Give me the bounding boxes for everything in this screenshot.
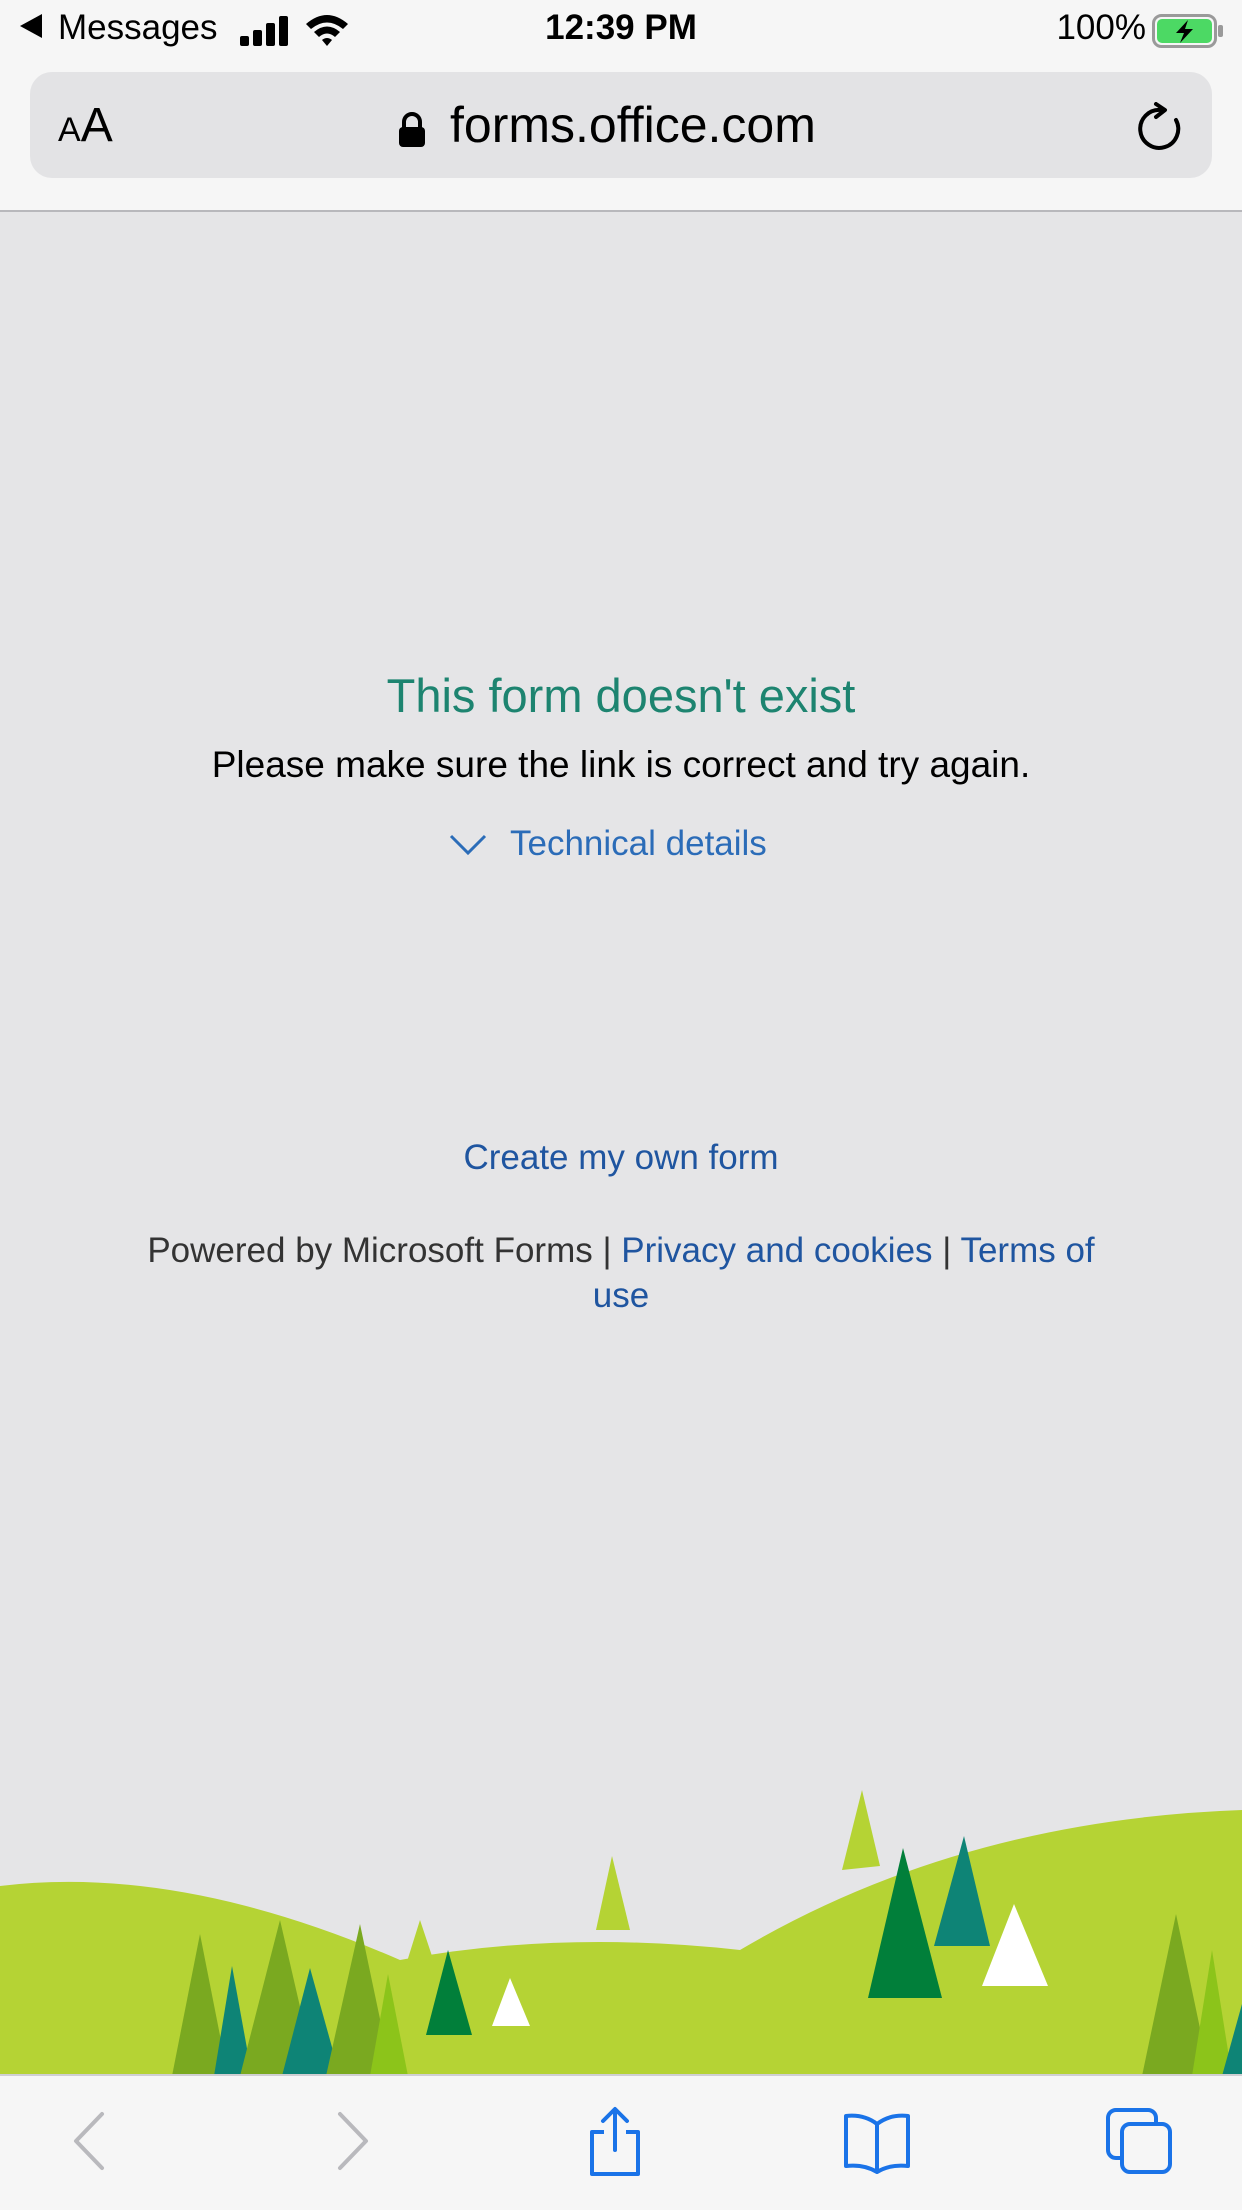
status-bar: Messages 12:39 PM 100% [0, 0, 1242, 64]
battery-charging-icon [1152, 14, 1223, 48]
lock-icon [399, 112, 425, 147]
error-title: This form doesn't exist [386, 669, 856, 722]
browser-address-area: AA forms.office.com [0, 64, 1242, 212]
battery-percent: 100% [1056, 8, 1146, 47]
forward-chevron-icon[interactable] [316, 2106, 386, 2176]
bookmarks-book-icon[interactable] [842, 2106, 912, 2176]
text-size-large-label: A [80, 99, 113, 152]
text-size-button[interactable]: AA [58, 98, 113, 154]
error-message: Please make sure the link is correct and… [211, 744, 1031, 785]
footer-separator: | [592, 1231, 622, 1270]
footer: Powered by Microsoft Forms | Privacy and… [140, 1228, 1102, 1318]
browser-toolbar [0, 2074, 1242, 2210]
chevron-down-icon [449, 834, 487, 856]
footer-separator: | [932, 1231, 961, 1270]
share-icon[interactable] [580, 2106, 650, 2176]
technical-details-label: Technical details [510, 824, 767, 863]
text-size-small-label: A [58, 111, 81, 149]
powered-by-text: Powered by Microsoft Forms [147, 1231, 593, 1270]
tabs-icon[interactable] [1104, 2106, 1174, 2176]
reload-icon[interactable] [1134, 102, 1188, 156]
forest-hills-illustration [0, 1790, 1242, 2076]
back-chevron-icon[interactable] [56, 2106, 126, 2176]
address-bar[interactable]: AA forms.office.com [30, 72, 1212, 178]
url-text[interactable]: forms.office.com [450, 96, 816, 154]
create-my-own-form-link[interactable]: Create my own form [0, 1138, 1242, 1178]
privacy-cookies-link[interactable]: Privacy and cookies [621, 1231, 932, 1270]
